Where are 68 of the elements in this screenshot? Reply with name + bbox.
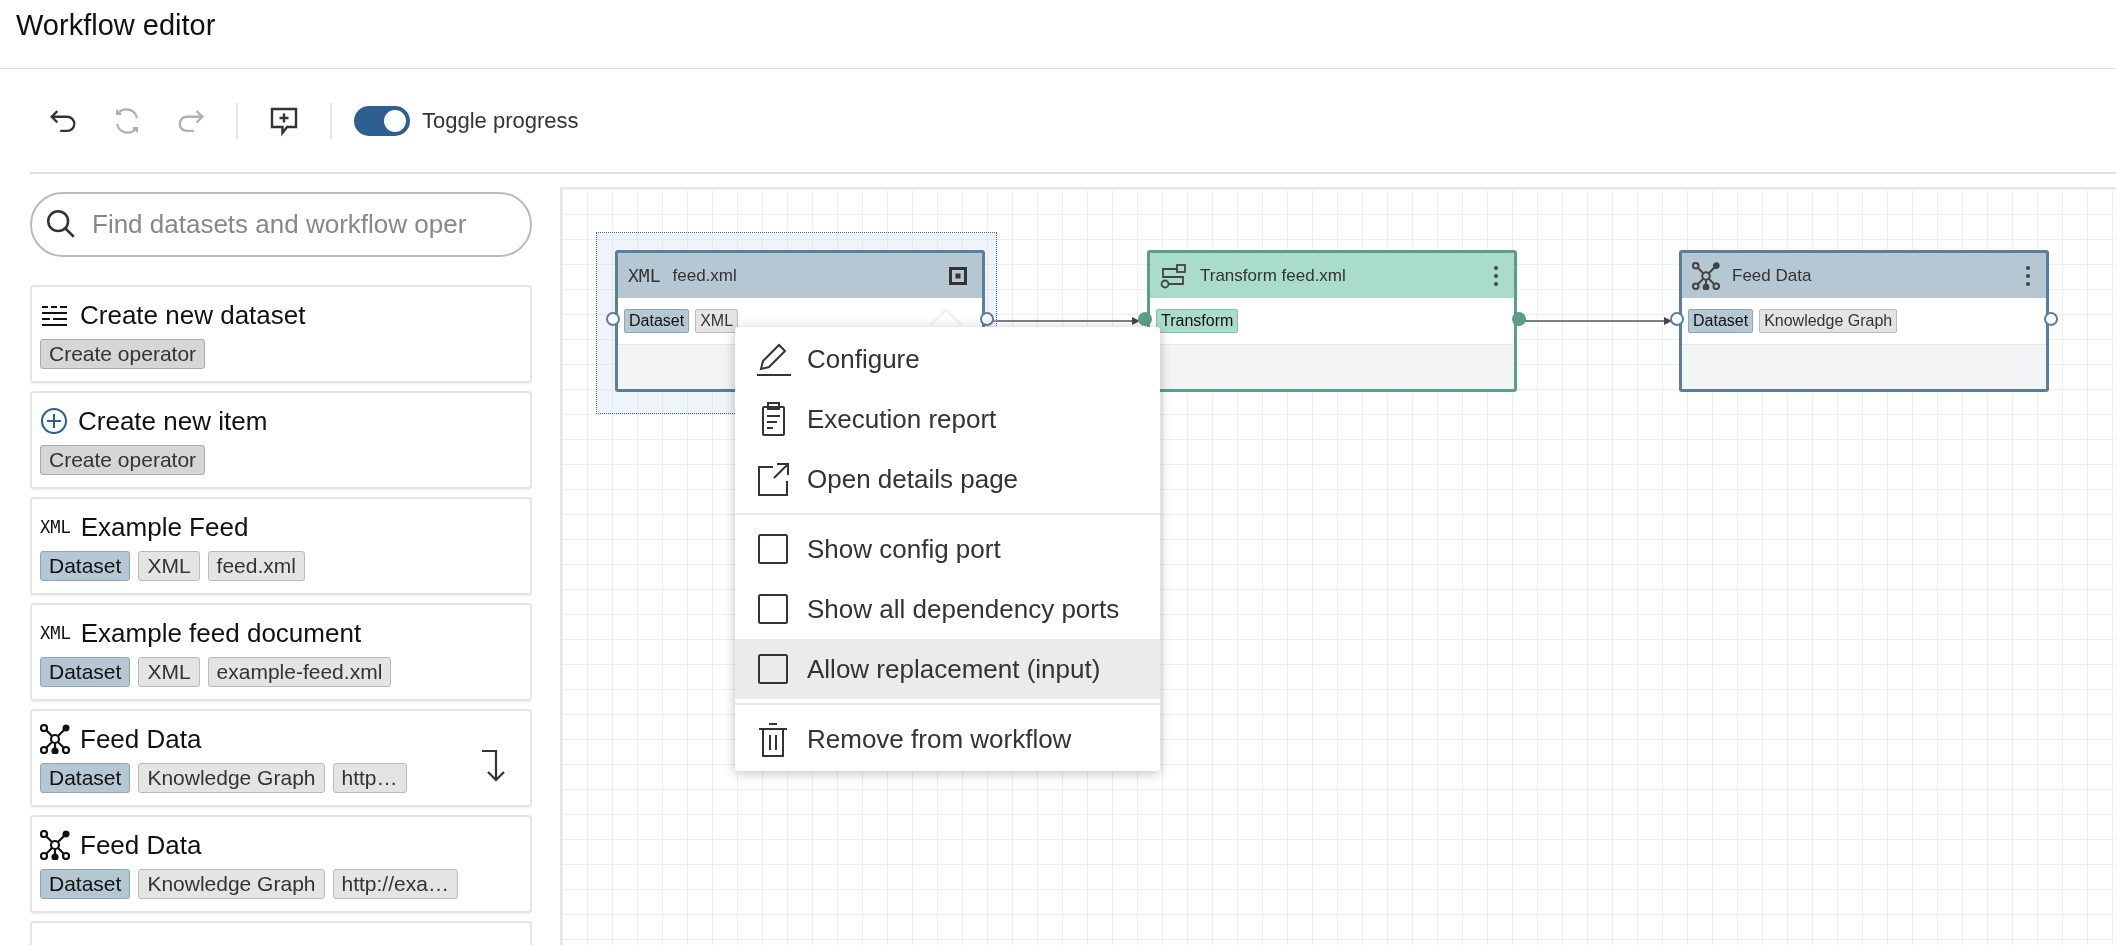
tag: http… <box>332 763 407 793</box>
tag: Dataset <box>1688 309 1754 333</box>
item-title: Feed Data <box>80 723 202 755</box>
external-link-icon <box>755 461 791 497</box>
tag: XML <box>138 551 200 581</box>
item-title: Create new item <box>78 405 268 437</box>
tag: Create operator <box>40 445 206 475</box>
more-options-icon[interactable] <box>1492 264 1500 287</box>
tag: Knowledge Graph <box>1759 309 1898 333</box>
output-port[interactable] <box>2044 312 2058 326</box>
tag: Dataset <box>40 763 131 793</box>
tag: Knowledge Graph <box>138 763 325 793</box>
tag: feed.xml <box>207 551 305 581</box>
xml-label: XML <box>628 265 661 286</box>
list-card[interactable]: XML Example Feed Dataset XML feed.xml <box>30 497 532 595</box>
menu-item[interactable]: Open details page <box>735 449 1160 509</box>
node-card[interactable]: Feed Data Dataset Knowledge Graph <box>1679 250 2049 392</box>
node-title: feed.xml <box>672 265 738 286</box>
checkbox[interactable] <box>755 651 791 687</box>
input-port[interactable] <box>606 312 620 326</box>
tag: Knowledge Graph <box>138 869 325 899</box>
item-title: Feed Data <box>80 829 202 861</box>
plus-circle-icon <box>40 407 68 435</box>
item-title: Create new dataset <box>80 299 306 331</box>
tag: Dataset <box>40 551 131 581</box>
list-card[interactable]: Create new item Create operator <box>30 391 532 489</box>
input-port[interactable] <box>1670 312 1684 326</box>
list-card[interactable]: Create new dataset Create operator <box>30 285 532 383</box>
tag: Dataset <box>624 309 690 333</box>
menu-item[interactable]: Allow replacement (input) <box>735 639 1160 699</box>
page-title: Workflow editor <box>16 8 216 42</box>
transform-icon <box>1160 262 1188 289</box>
node-title: Feed Data <box>1732 265 1813 286</box>
progress-toggle[interactable] <box>354 105 410 136</box>
tag: XML <box>695 309 739 333</box>
xml-label: XML <box>40 517 71 537</box>
tag: Dataset <box>40 657 131 687</box>
list-card[interactable]: XML Example feed document Dataset XML example-feed.xml <box>30 603 532 701</box>
item-title: Example feed document <box>80 617 362 649</box>
tag: XML <box>138 657 200 687</box>
output-port[interactable] <box>1512 312 1526 326</box>
item-title: Example Feed <box>80 511 249 543</box>
input-port[interactable] <box>1138 312 1152 326</box>
tag: Create operator <box>40 339 206 369</box>
checkbox[interactable] <box>755 531 791 567</box>
menu-item[interactable]: Show all dependency ports <box>735 579 1160 639</box>
menu-item[interactable]: Execution report <box>735 389 1160 449</box>
output-port[interactable] <box>980 312 994 326</box>
pencil-icon <box>755 341 791 377</box>
toggle-label: Toggle progress <box>422 107 579 134</box>
menu-item[interactable]: Remove from workflow <box>735 709 1160 769</box>
network-icon <box>1692 261 1720 290</box>
list-card[interactable]: Feed Data Dataset Knowledge Graph http… <box>30 709 532 807</box>
search-field[interactable]: Find datasets and workflow oper <box>30 192 532 257</box>
tag: Dataset <box>40 869 131 899</box>
node-card[interactable]: Transform feed.xml Transform <box>1147 250 1517 392</box>
more-options-icon[interactable] <box>2024 264 2032 287</box>
tag: example-feed.xml <box>207 657 392 687</box>
menu-item[interactable]: Show config port <box>735 519 1160 579</box>
network-icon <box>40 724 70 754</box>
node-title: Transform feed.xml <box>1200 265 1347 286</box>
checkbox[interactable] <box>755 591 791 627</box>
tag: Transform <box>1156 309 1239 333</box>
list-card[interactable]: Feed Data Dataset Knowledge Graph http://exa… <box>30 815 532 913</box>
network-icon <box>40 830 70 860</box>
xml-label: XML <box>40 623 71 643</box>
tag: http://exa… <box>332 869 458 899</box>
form-lines-icon <box>40 303 70 327</box>
